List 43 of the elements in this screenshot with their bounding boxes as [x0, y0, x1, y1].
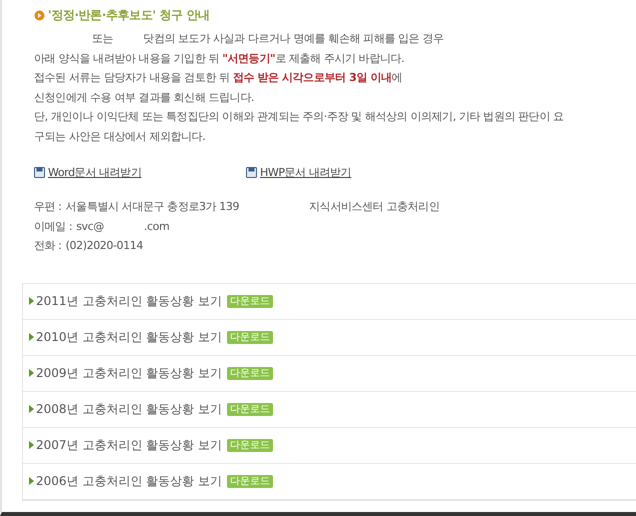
arrow-icon	[29, 405, 34, 414]
contact-value: 지식서비스센터 고충처리인	[309, 199, 440, 216]
report-label: 2006년 고충처리인 활동상황 보기	[36, 473, 222, 490]
contact-label: 우편 :	[34, 199, 62, 216]
report-label: 2007년 고충처리인 활동상황 보기	[36, 437, 222, 454]
contact-label: 전화 :	[34, 238, 62, 254]
arrow-icon	[29, 441, 34, 450]
notice-text: 신청인에게 수용 여부 결과를 회신해 드립니다.	[34, 90, 254, 104]
notice-text: 닷컴의 보도가 사실과 다르거나 명예를 훼손해 피해를 입은 경우	[143, 31, 444, 47]
contact-value: (02)2020-0114	[66, 238, 143, 254]
report-label: 2009년 고충처리인 활동상황 보기	[36, 365, 222, 382]
report-label: 2008년 고충처리인 활동상황 보기	[36, 401, 222, 418]
notice-text: 또는	[92, 31, 114, 47]
highlighted-text: 접수 받은 시각으로부터 3일 이내	[232, 71, 392, 84]
highlighted-text: "서면등기"	[222, 52, 276, 65]
download-link[interactable]: Word문서 내려받기	[34, 164, 246, 182]
notice-text: 구되는 사안은 대상에서 제외합니다.	[34, 130, 206, 143]
arrow-icon	[29, 297, 34, 306]
download-button[interactable]: 다운로드	[226, 402, 273, 416]
bullet-icon	[34, 10, 45, 20]
contact-value: svc@	[76, 218, 104, 235]
report-label: 2011년 고충처리인 활동상황 보기	[36, 293, 222, 310]
download-button[interactable]: 다운로드	[226, 294, 273, 308]
notice-text: 단, 개인이나 이익단체 또는 특정집단의 이해와 관계되는 주의·주장 및 해석상의 이의제기, 기타 법원의 판단이 요	[34, 110, 564, 124]
arrow-icon	[29, 369, 34, 378]
download-button[interactable]: 다운로드	[226, 330, 273, 344]
section-title: '정정·반론·추후보도' 청구 안내	[48, 7, 210, 24]
download-button[interactable]: 다운로드	[226, 474, 273, 488]
contact-value: 서울특별시 서대문구 충정로3가 139	[66, 199, 240, 216]
notice-text: 에	[392, 71, 402, 84]
notice-text: 아래 양식을 내려받아 내용을 기입한 뒤	[34, 52, 220, 65]
document-icon	[246, 167, 257, 178]
arrow-icon	[29, 477, 34, 486]
notice-text: 접수된 서류는 담당자가 내용을 검토한 뒤	[34, 71, 231, 84]
arrow-icon	[29, 333, 34, 342]
download-button[interactable]: 다운로드	[226, 438, 273, 452]
download-link[interactable]: HWP문서 내려받기	[246, 164, 352, 182]
notice-text: 로 제출해 주시기 바랍니다.	[275, 52, 404, 65]
report-label: 2010년 고충처리인 활동상황 보기	[36, 329, 222, 346]
contact-value: .com	[144, 218, 170, 235]
document-icon	[34, 167, 45, 178]
download-button[interactable]: 다운로드	[226, 366, 273, 380]
contact-label: 이메일 :	[34, 218, 72, 235]
